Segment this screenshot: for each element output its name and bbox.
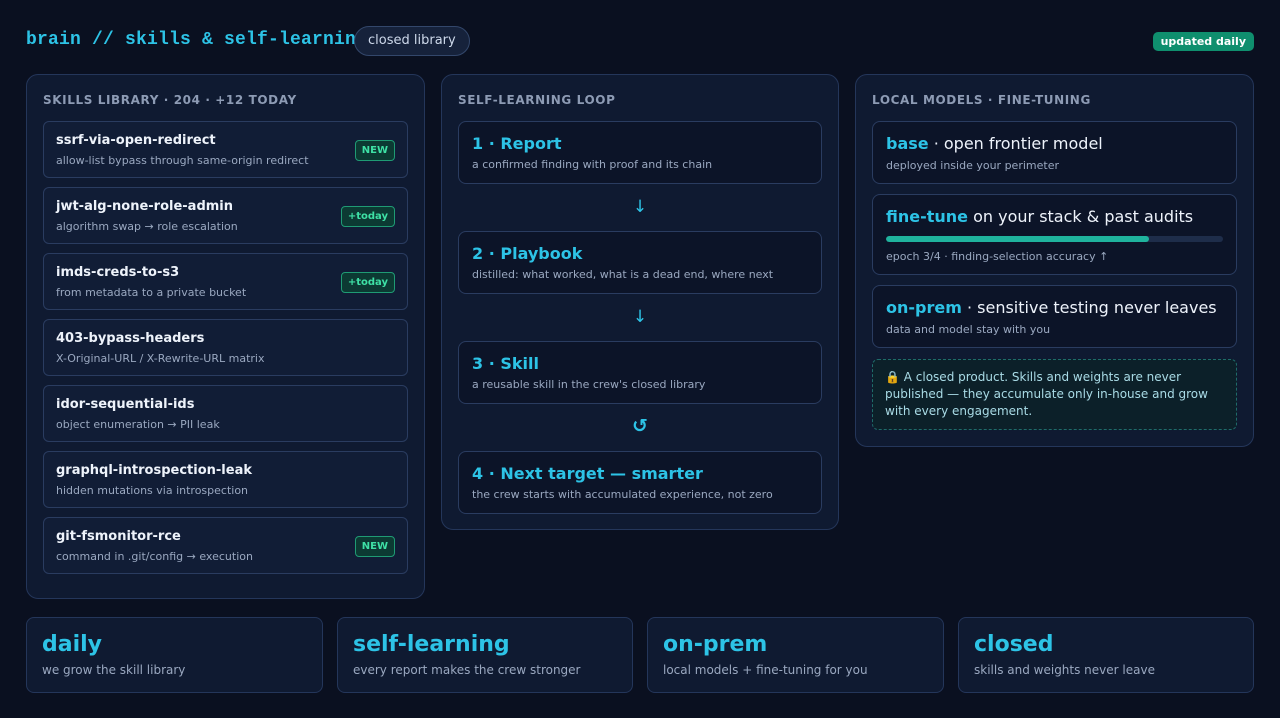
skill-name: git-fsmonitor-rce [56, 529, 181, 544]
today-badge: +today [340, 272, 395, 293]
local-models-heading: LOCAL MODELS · FINE-TUNING [872, 93, 1091, 107]
updated-daily-badge: updated daily [1152, 32, 1254, 51]
stat-value: self-learning [353, 632, 510, 657]
model-heading: fine-tune on your stack & past audits [886, 207, 1193, 226]
page-title: brain // skills & self-learning [26, 30, 368, 50]
skill-card[interactable]: jwt-alg-none-role-admin algorithm swap →… [43, 187, 408, 244]
skill-name: 403-bypass-headers [56, 331, 205, 346]
skill-card[interactable]: 403-bypass-headers X-Original-URL / X-Re… [43, 319, 408, 376]
stat-caption: local models + fine-tuning for you [663, 663, 868, 677]
header: brain // skills & self-learning closed l… [26, 26, 1254, 56]
stat-card-on-prem: on-prem local models + fine-tuning for y… [647, 617, 944, 693]
stat-card-daily: daily we grow the skill library [26, 617, 323, 693]
stat-caption: we grow the skill library [42, 663, 186, 677]
model-key: on-prem [886, 298, 962, 317]
skill-name: graphql-introspection-leak [56, 463, 252, 478]
skill-description: object enumeration → PII leak [56, 418, 220, 431]
fine-tune-progress-fill [886, 236, 1149, 242]
loop-step-playbook: 2 · Playbook distilled: what worked, wha… [458, 231, 822, 294]
model-key: fine-tune [886, 207, 969, 226]
step-description: the crew starts with accumulated experie… [472, 488, 773, 501]
stat-caption: every report makes the crew stronger [353, 663, 581, 677]
step-description: distilled: what worked, what is a dead e… [472, 268, 774, 281]
step-title: 4 · Next target — smarter [472, 464, 703, 483]
stat-card-closed: closed skills and weights never leave [958, 617, 1254, 693]
skill-name: imds-creds-to-s3 [56, 265, 180, 280]
skill-description: algorithm swap → role escalation [56, 220, 238, 233]
skill-card[interactable]: idor-sequential-ids object enumeration →… [43, 385, 408, 442]
skills-library-panel: SKILLS LIBRARY · 204 · +12 TODAY ssrf-vi… [26, 74, 425, 599]
skill-name: idor-sequential-ids [56, 397, 195, 412]
fine-tune-progress-bar [886, 236, 1223, 242]
arrow-down-icon: ↓ [632, 307, 648, 327]
on-prem-card: on-prem · sensitive testing never leaves… [872, 285, 1237, 348]
stat-card-self-learning: self-learning every report makes the cre… [337, 617, 633, 693]
base-model-card: base · open frontier model deployed insi… [872, 121, 1237, 184]
skill-description: command in .git/config → execution [56, 550, 253, 563]
model-heading: on-prem · sensitive testing never leaves [886, 298, 1217, 317]
loop-step-next-target: 4 · Next target — smarter the crew start… [458, 451, 822, 514]
model-subtitle: · open frontier model [928, 134, 1103, 153]
local-models-panel: LOCAL MODELS · FINE-TUNING base · open f… [855, 74, 1254, 447]
closed-library-pill[interactable]: closed library [354, 26, 470, 56]
step-title: 2 · Playbook [472, 244, 583, 263]
new-badge: NEW [354, 536, 395, 557]
model-subtitle: · sensitive testing never leaves [961, 298, 1217, 317]
self-learning-loop-panel: SELF-LEARNING LOOP 1 · Report a confirme… [441, 74, 839, 530]
arrow-down-icon: ↓ [632, 197, 648, 217]
stat-caption: skills and weights never leave [974, 663, 1155, 677]
loop-cycle-icon: ↺ [632, 415, 648, 437]
step-title: 3 · Skill [472, 354, 539, 373]
self-learning-loop-heading: SELF-LEARNING LOOP [458, 93, 616, 107]
skill-name: ssrf-via-open-redirect [56, 133, 216, 148]
stat-value: on-prem [663, 632, 768, 657]
new-badge: NEW [354, 140, 395, 161]
skill-description: hidden mutations via introspection [56, 484, 249, 497]
step-description: a reusable skill in the crew's closed li… [472, 378, 706, 391]
step-title: 1 · Report [472, 134, 562, 153]
model-key: base [886, 134, 929, 153]
skill-description: from metadata to a private bucket [56, 286, 247, 299]
skills-library-heading: SKILLS LIBRARY · 204 · +12 TODAY [43, 93, 297, 107]
fine-tune-card: fine-tune on your stack & past audits ep… [872, 194, 1237, 275]
skill-card[interactable]: ssrf-via-open-redirect allow-list bypass… [43, 121, 408, 178]
model-heading: base · open frontier model [886, 134, 1103, 153]
skill-description: allow-list bypass through same-origin re… [56, 154, 309, 167]
closed-product-note: 🔒 A closed product. Skills and weights a… [872, 359, 1237, 430]
model-subtitle: on your stack & past audits [968, 207, 1194, 226]
model-description: data and model stay with you [886, 323, 1051, 336]
model-description: deployed inside your perimeter [886, 159, 1059, 172]
step-description: a confirmed finding with proof and its c… [472, 158, 713, 171]
stat-value: closed [974, 632, 1054, 657]
today-badge: +today [340, 206, 395, 227]
skill-card[interactable]: graphql-introspection-leak hidden mutati… [43, 451, 408, 508]
fine-tune-status: epoch 3/4 · finding-selection accuracy ↑ [886, 250, 1109, 263]
skill-description: X-Original-URL / X-Rewrite-URL matrix [56, 352, 265, 365]
loop-step-skill: 3 · Skill a reusable skill in the crew's… [458, 341, 822, 404]
skill-card[interactable]: git-fsmonitor-rce command in .git/config… [43, 517, 408, 574]
loop-step-report: 1 · Report a confirmed finding with proo… [458, 121, 822, 184]
stat-value: daily [42, 632, 103, 657]
skill-name: jwt-alg-none-role-admin [56, 199, 234, 214]
skill-card[interactable]: imds-creds-to-s3 from metadata to a priv… [43, 253, 408, 310]
